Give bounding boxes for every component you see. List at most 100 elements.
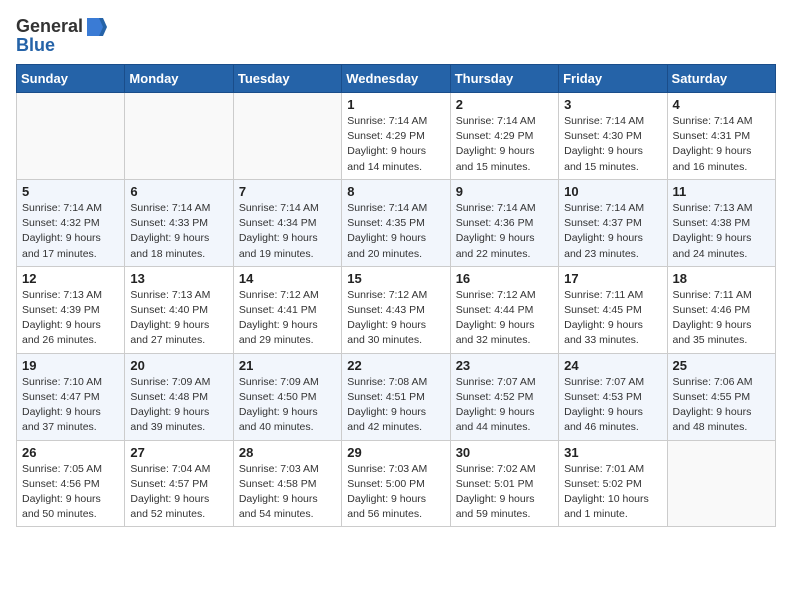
day-number: 12 — [22, 271, 119, 286]
calendar-week-row: 26 Sunrise: 7:05 AM Sunset: 4:56 PM Dayli… — [17, 440, 776, 527]
day-info: Sunrise: 7:06 AM Sunset: 4:55 PM Dayligh… — [673, 375, 770, 436]
day-info: Sunrise: 7:10 AM Sunset: 4:47 PM Dayligh… — [22, 375, 119, 436]
day-number: 3 — [564, 97, 661, 112]
day-number: 14 — [239, 271, 336, 286]
calendar-cell: 21 Sunrise: 7:09 AM Sunset: 4:50 PM Dayli… — [233, 353, 341, 440]
day-info: Sunrise: 7:08 AM Sunset: 4:51 PM Dayligh… — [347, 375, 444, 436]
calendar-table: SundayMondayTuesdayWednesdayThursdayFrid… — [16, 64, 776, 527]
day-info: Sunrise: 7:09 AM Sunset: 4:48 PM Dayligh… — [130, 375, 227, 436]
calendar-cell: 4Sunrise: 7:14 AM Sunset: 4:31 PM Daylig… — [667, 93, 775, 180]
day-info: Sunrise: 7:14 AM Sunset: 4:32 PM Dayligh… — [22, 201, 119, 262]
day-info: Sunrise: 7:13 AM Sunset: 4:38 PM Dayligh… — [673, 201, 770, 262]
column-header-saturday: Saturday — [667, 65, 775, 93]
calendar-cell: 11 Sunrise: 7:13 AM Sunset: 4:38 PM Dayli… — [667, 179, 775, 266]
logo-flag-icon — [85, 18, 107, 36]
calendar-cell: 17 Sunrise: 7:11 AM Sunset: 4:45 PM Dayli… — [559, 266, 667, 353]
calendar-cell: 14 Sunrise: 7:12 AM Sunset: 4:41 PM Dayli… — [233, 266, 341, 353]
day-info: Sunrise: 7:07 AM Sunset: 4:52 PM Dayligh… — [456, 375, 553, 436]
day-info: Sunrise: 7:05 AM Sunset: 4:56 PM Dayligh… — [22, 462, 119, 523]
day-info: Sunrise: 7:03 AM Sunset: 4:58 PM Dayligh… — [239, 462, 336, 523]
day-number: 17 — [564, 271, 661, 286]
day-number: 27 — [130, 445, 227, 460]
calendar-cell — [233, 93, 341, 180]
calendar-cell: 20Sunrise: 7:09 AM Sunset: 4:48 PM Dayli… — [125, 353, 233, 440]
calendar-cell: 13 Sunrise: 7:13 AM Sunset: 4:40 PM Dayli… — [125, 266, 233, 353]
day-info: Sunrise: 7:01 AM Sunset: 5:02 PM Dayligh… — [564, 462, 661, 523]
day-number: 23 — [456, 358, 553, 373]
day-number: 30 — [456, 445, 553, 460]
column-header-sunday: Sunday — [17, 65, 125, 93]
calendar-cell: 16 Sunrise: 7:12 AM Sunset: 4:44 PM Dayli… — [450, 266, 558, 353]
column-header-friday: Friday — [559, 65, 667, 93]
day-info: Sunrise: 7:13 AM Sunset: 4:39 PM Dayligh… — [22, 288, 119, 349]
logo-general-text: General — [16, 16, 83, 37]
day-info: Sunrise: 7:14 AM Sunset: 4:37 PM Dayligh… — [564, 201, 661, 262]
day-number: 7 — [239, 184, 336, 199]
day-info: Sunrise: 7:14 AM Sunset: 4:36 PM Dayligh… — [456, 201, 553, 262]
column-header-monday: Monday — [125, 65, 233, 93]
calendar-cell: 19 Sunrise: 7:10 AM Sunset: 4:47 PM Dayli… — [17, 353, 125, 440]
calendar-cell: 27 Sunrise: 7:04 AM Sunset: 4:57 PM Dayli… — [125, 440, 233, 527]
calendar-week-row: 5 Sunrise: 7:14 AM Sunset: 4:32 PM Daylig… — [17, 179, 776, 266]
day-info: Sunrise: 7:11 AM Sunset: 4:46 PM Dayligh… — [673, 288, 770, 349]
day-info: Sunrise: 7:12 AM Sunset: 4:43 PM Dayligh… — [347, 288, 444, 349]
calendar-cell: 10 Sunrise: 7:14 AM Sunset: 4:37 PM Dayli… — [559, 179, 667, 266]
day-info: Sunrise: 7:12 AM Sunset: 4:41 PM Dayligh… — [239, 288, 336, 349]
calendar-cell: 26 Sunrise: 7:05 AM Sunset: 4:56 PM Dayli… — [17, 440, 125, 527]
page-header: General Blue — [16, 16, 776, 56]
calendar-cell: 18 Sunrise: 7:11 AM Sunset: 4:46 PM Dayli… — [667, 266, 775, 353]
calendar-cell — [125, 93, 233, 180]
calendar-cell: 1 Sunrise: 7:14 AM Sunset: 4:29 PM Daylig… — [342, 93, 450, 180]
day-number: 18 — [673, 271, 770, 286]
day-info: Sunrise: 7:11 AM Sunset: 4:45 PM Dayligh… — [564, 288, 661, 349]
day-number: 5 — [22, 184, 119, 199]
day-info: Sunrise: 7:14 AM Sunset: 4:31 PM Dayligh… — [673, 114, 770, 175]
day-number: 13 — [130, 271, 227, 286]
day-number: 15 — [347, 271, 444, 286]
day-number: 24 — [564, 358, 661, 373]
day-number: 31 — [564, 445, 661, 460]
calendar-cell: 23 Sunrise: 7:07 AM Sunset: 4:52 PM Dayli… — [450, 353, 558, 440]
calendar-cell: 28Sunrise: 7:03 AM Sunset: 4:58 PM Dayli… — [233, 440, 341, 527]
calendar-cell: 29Sunrise: 7:03 AM Sunset: 5:00 PM Dayli… — [342, 440, 450, 527]
page-container: General Blue SundayMondayTuesdayWednesda… — [0, 0, 792, 535]
logo: General Blue — [16, 16, 107, 56]
calendar-week-row: 1 Sunrise: 7:14 AM Sunset: 4:29 PM Daylig… — [17, 93, 776, 180]
day-number: 25 — [673, 358, 770, 373]
day-info: Sunrise: 7:12 AM Sunset: 4:44 PM Dayligh… — [456, 288, 553, 349]
column-header-thursday: Thursday — [450, 65, 558, 93]
day-info: Sunrise: 7:07 AM Sunset: 4:53 PM Dayligh… — [564, 375, 661, 436]
day-number: 26 — [22, 445, 119, 460]
day-info: Sunrise: 7:14 AM Sunset: 4:35 PM Dayligh… — [347, 201, 444, 262]
calendar-cell: 9 Sunrise: 7:14 AM Sunset: 4:36 PM Daylig… — [450, 179, 558, 266]
day-info: Sunrise: 7:13 AM Sunset: 4:40 PM Dayligh… — [130, 288, 227, 349]
day-info: Sunrise: 7:14 AM Sunset: 4:34 PM Dayligh… — [239, 201, 336, 262]
calendar-week-row: 12 Sunrise: 7:13 AM Sunset: 4:39 PM Dayli… — [17, 266, 776, 353]
day-number: 19 — [22, 358, 119, 373]
day-info: Sunrise: 7:04 AM Sunset: 4:57 PM Dayligh… — [130, 462, 227, 523]
column-header-tuesday: Tuesday — [233, 65, 341, 93]
day-number: 21 — [239, 358, 336, 373]
day-number: 9 — [456, 184, 553, 199]
day-number: 29 — [347, 445, 444, 460]
day-number: 8 — [347, 184, 444, 199]
calendar-cell: 12 Sunrise: 7:13 AM Sunset: 4:39 PM Dayli… — [17, 266, 125, 353]
calendar-cell: 7 Sunrise: 7:14 AM Sunset: 4:34 PM Daylig… — [233, 179, 341, 266]
day-number: 1 — [347, 97, 444, 112]
calendar-cell — [667, 440, 775, 527]
calendar-cell: 30 Sunrise: 7:02 AM Sunset: 5:01 PM Dayli… — [450, 440, 558, 527]
calendar-header-row: SundayMondayTuesdayWednesdayThursdayFrid… — [17, 65, 776, 93]
day-number: 16 — [456, 271, 553, 286]
day-number: 11 — [673, 184, 770, 199]
calendar-cell: 2Sunrise: 7:14 AM Sunset: 4:29 PM Daylig… — [450, 93, 558, 180]
day-number: 10 — [564, 184, 661, 199]
day-info: Sunrise: 7:09 AM Sunset: 4:50 PM Dayligh… — [239, 375, 336, 436]
day-info: Sunrise: 7:02 AM Sunset: 5:01 PM Dayligh… — [456, 462, 553, 523]
calendar-cell: 6Sunrise: 7:14 AM Sunset: 4:33 PM Daylig… — [125, 179, 233, 266]
calendar-week-row: 19 Sunrise: 7:10 AM Sunset: 4:47 PM Dayli… — [17, 353, 776, 440]
calendar-cell: 3Sunrise: 7:14 AM Sunset: 4:30 PM Daylig… — [559, 93, 667, 180]
calendar-cell: 24 Sunrise: 7:07 AM Sunset: 4:53 PM Dayli… — [559, 353, 667, 440]
day-number: 6 — [130, 184, 227, 199]
day-info: Sunrise: 7:14 AM Sunset: 4:29 PM Dayligh… — [347, 114, 444, 175]
logo-blue-text: Blue — [16, 35, 55, 56]
